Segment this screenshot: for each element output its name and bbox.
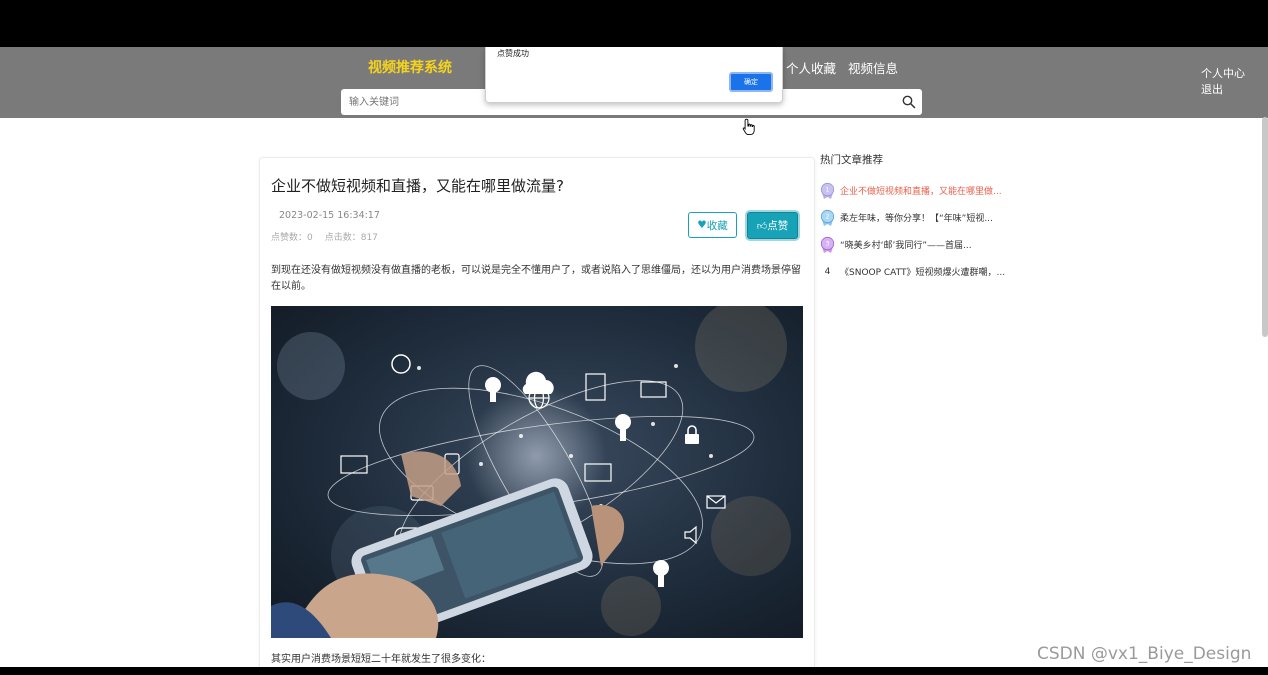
svg-text:1: 1	[826, 186, 830, 193]
article-paragraph-1: 到现在还没有做短视频没有做直播的老板，可以说是完全不懂用户了，或者说陷入了思维僵…	[271, 265, 801, 292]
like-count: 点赞数：0	[271, 233, 313, 243]
hot-article-text: 柔左年味，等你分享！【“年味”短视...	[840, 214, 993, 224]
pointer-hand-icon	[742, 118, 755, 136]
article-date: 2023-02-15 16:34:17	[279, 210, 380, 221]
top-black-bar	[0, 0, 1268, 47]
click-count: 点击数：817	[324, 233, 378, 243]
hot-article-text: 企业不做短视频和直播，又能在哪里做...	[840, 187, 1002, 197]
heart-icon: ♥	[697, 219, 707, 231]
hot-article-item-1[interactable]: 1 企业不做短视频和直播，又能在哪里做...	[820, 177, 1020, 204]
user-center-link[interactable]: 个人中心	[1201, 66, 1245, 82]
alert-confirm-button[interactable]: 确定	[729, 72, 773, 92]
nav-item-video-info[interactable]: 视频信息	[848, 58, 898, 77]
page-scrollbar[interactable]	[1262, 117, 1268, 337]
logout-link[interactable]: 退出	[1201, 82, 1245, 98]
hot-article-item-2[interactable]: 2 柔左年味，等你分享！【“年味”短视...	[820, 204, 1020, 231]
hot-articles-list: 1 企业不做短视频和直播，又能在哪里做... 2 柔左年味，等你分享！【“年味”…	[820, 177, 1020, 285]
alert-dialog: 点赞成功 确定	[485, 47, 783, 103]
hot-article-item-3[interactable]: 3 “晓美乡村‘邮’我同行”——首届...	[820, 231, 1020, 258]
article-title: 企业不做短视频和直播，又能在哪里做流量?	[271, 177, 564, 195]
favorite-button-label: 收藏	[706, 219, 728, 232]
article-hero-image	[271, 306, 803, 638]
hot-articles-title: 热门文章推荐	[820, 154, 883, 166]
site-brand[interactable]: 视频推荐系统	[368, 57, 452, 77]
nav-item-favorites[interactable]: 个人收藏	[786, 58, 836, 77]
rank-medal-icon: 2	[820, 209, 835, 226]
bottom-black-bar	[0, 667, 1268, 675]
like-button-label: 点赞	[767, 220, 789, 232]
svg-text:2: 2	[826, 213, 830, 220]
watermark: CSDN @vx1_Biye_Design	[1037, 644, 1252, 664]
thumbs-up-icon: 👍︎	[756, 220, 768, 232]
user-menu: 个人中心 退出	[1201, 66, 1245, 98]
search-icon[interactable]	[901, 94, 917, 110]
rank-medal-icon: 3	[820, 236, 835, 253]
like-button[interactable]: 👍︎ 点赞	[747, 212, 798, 239]
svg-text:3: 3	[826, 240, 830, 247]
hot-article-text: 《SNOOP CATT》短视频爆火遭群嘲，...	[840, 268, 1006, 278]
rank-number: 4	[824, 266, 831, 277]
rank-medal-icon: 1	[820, 182, 835, 199]
article-card: 企业不做短视频和直播，又能在哪里做流量? 2023-02-15 16:34:17…	[259, 157, 815, 667]
article-stats: 点赞数：0 点击数：817	[271, 230, 378, 243]
article-paragraph-2: 其实用户消费场景短短二十年就发生了很多变化：	[271, 654, 491, 665]
favorite-button[interactable]: ♥ 收藏	[688, 212, 737, 238]
alert-message: 点赞成功	[497, 49, 529, 58]
main-nav: 个人收藏 视频信息	[786, 58, 898, 77]
browser-viewport: 视频推荐系统 个人收藏 视频信息 个人中心 退出 点赞成功 确定 企业不做短视频…	[0, 47, 1268, 667]
hot-article-text: “晓美乡村‘邮’我同行”——首届...	[840, 241, 972, 251]
hot-article-item-4[interactable]: 4 《SNOOP CATT》短视频爆火遭群嘲，...	[820, 258, 1020, 285]
